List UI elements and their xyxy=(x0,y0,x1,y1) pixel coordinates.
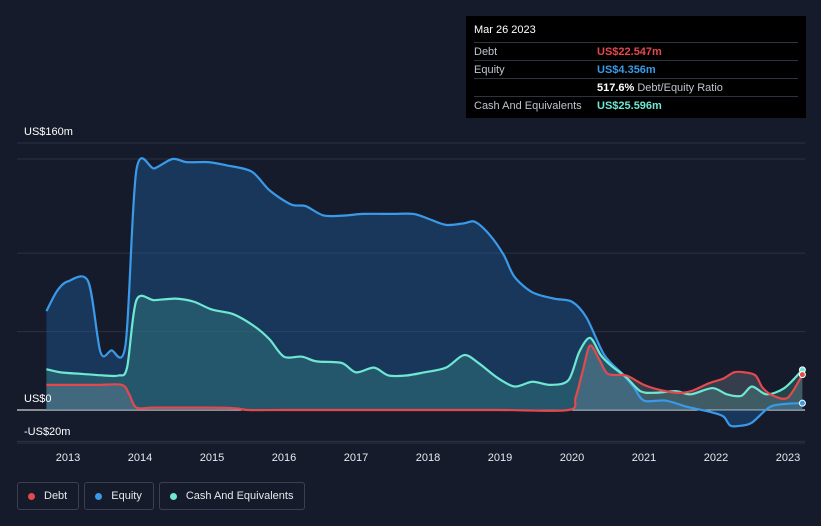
tooltip-row: Equity US$4.356m xyxy=(474,60,798,78)
equity-marker xyxy=(798,399,806,407)
tooltip-row-value: US$4.356m xyxy=(597,63,656,76)
debt-marker xyxy=(798,371,806,379)
tooltip-row: 517.6% Debt/Equity Ratio xyxy=(474,78,798,96)
tooltip-date: Mar 26 2023 xyxy=(474,24,536,36)
tooltip-row: Debt US$22.547m xyxy=(474,42,798,60)
tooltip-panel: Mar 26 2023 Debt US$22.547m Equity US$4.356… xyxy=(466,16,806,118)
legend: Debt Equity Cash And Equivalents xyxy=(17,482,306,510)
x-tick-label: 2016 xyxy=(272,452,296,464)
x-tick-label: 2023 xyxy=(776,452,800,464)
legend-dot-icon xyxy=(28,492,35,500)
x-axis-labels: 2013 2014 2015 2016 2017 2018 2019 2020 2021 2022… xyxy=(56,452,800,464)
tooltip-row-value: US$22.547m xyxy=(597,45,662,58)
x-tick-label: 2018 xyxy=(416,452,440,464)
legend-item-cash-and-equivalents[interactable]: Cash And Equivalents xyxy=(158,482,306,510)
x-tick-label: 2017 xyxy=(344,452,368,464)
tooltip-row-value: 517.6% xyxy=(597,81,635,94)
tooltip-row-value: US$25.596m xyxy=(597,99,662,112)
legend-dot-icon xyxy=(95,492,103,500)
legend-label: Equity xyxy=(111,490,142,502)
y-tick-label: US$0 xyxy=(24,393,52,405)
tooltip-row-label: Cash And Equivalents xyxy=(474,99,582,112)
tooltip-row-label: Equity xyxy=(474,63,505,76)
legend-item-debt[interactable]: Debt xyxy=(17,482,80,510)
legend-dot-icon xyxy=(169,492,177,500)
x-tick-label: 2020 xyxy=(560,452,584,464)
y-tick-label: US$160m xyxy=(24,126,73,138)
x-tick-label: 2014 xyxy=(128,452,152,464)
legend-item-equity[interactable]: Equity xyxy=(84,482,154,510)
tooltip-row: Cash And Equivalents US$25.596m xyxy=(474,96,798,114)
x-tick-label: 2019 xyxy=(488,452,512,464)
x-tick-label: 2021 xyxy=(632,452,656,464)
legend-label: Cash And Equivalents xyxy=(185,490,294,502)
tooltip-rows: Debt US$22.547m Equity US$4.356m 517.6% Debt/… xyxy=(474,42,798,114)
x-tick-label: 2015 xyxy=(200,452,224,464)
tooltip-row-suffix: Debt/Equity Ratio xyxy=(637,81,723,94)
y-tick-label: -US$20m xyxy=(24,426,70,438)
x-tick-label: 2022 xyxy=(704,452,728,464)
legend-label: Debt xyxy=(44,490,68,502)
x-tick-label: 2013 xyxy=(56,452,80,464)
series-areas xyxy=(46,158,803,427)
tooltip-row-label: Debt xyxy=(474,45,498,58)
